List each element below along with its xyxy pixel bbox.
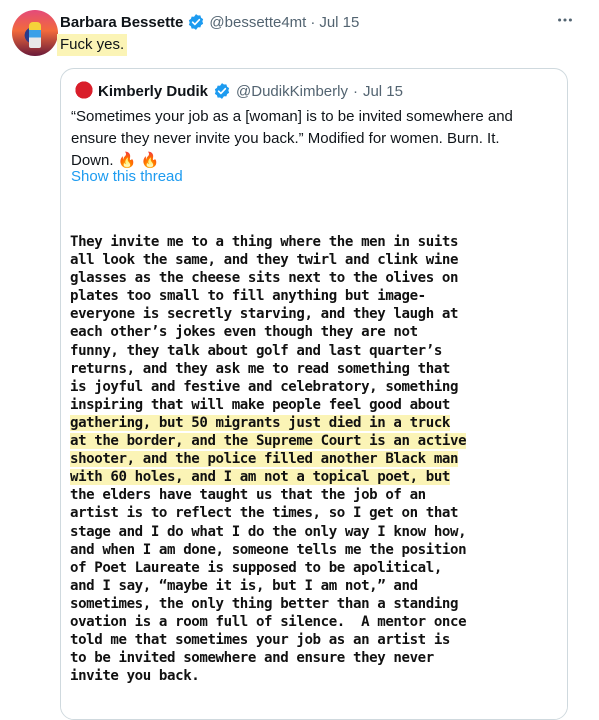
poem-line: returns, and they ask me to read somethi… <box>70 360 451 377</box>
poem-line: at the border, and the Supreme Court is … <box>70 433 467 450</box>
more-horizontal-icon[interactable] <box>555 10 575 30</box>
poem-line: each other’s jokes even though they are … <box>70 324 418 341</box>
verified-icon <box>187 13 205 31</box>
poem-line: ovation is a room full of silence. A men… <box>70 613 467 630</box>
poem-line: They invite me to a thing where the men … <box>70 234 459 250</box>
quote-text: “Sometimes your job as a [woman] is to b… <box>71 108 513 169</box>
poem-line: artist is to reflect the times, so I get… <box>70 505 459 522</box>
poem-line: glasses as the cheese sits next to the o… <box>70 270 459 287</box>
tweet-date[interactable]: Jul 15 <box>319 14 359 31</box>
poem-line: told me that sometimes your job as an ar… <box>70 632 451 649</box>
tweet: Barbara Bessette @bessette4mt · Jul 15 F… <box>0 0 599 720</box>
poem-line: and I say, “maybe it is, but I am not,” … <box>70 577 418 594</box>
quoted-tweet[interactable]: Kimberly Dudik @DudikKimberly · Jul 15 “… <box>60 68 568 720</box>
poem-line: stage and I do what I do the only way I … <box>70 523 467 540</box>
quote-author-handle: @DudikKimberly <box>236 82 348 100</box>
quote-author-name: Kimberly Dudik <box>98 82 209 100</box>
tweet-header: Barbara Bessette @bessette4mt · Jul 15 <box>60 12 359 32</box>
poem-line: inspiring that will make people feel goo… <box>70 396 451 413</box>
avatar[interactable] <box>12 10 58 56</box>
author-name[interactable]: Barbara Bessette <box>60 14 183 31</box>
poem-line: with 60 holes, and I am not a topical po… <box>70 469 451 486</box>
poem-line: to be invited somewhere and ensure they … <box>70 650 434 667</box>
poem-line: invite you back. <box>70 668 200 685</box>
poem-line: gathering, but 50 migrants just died in … <box>70 414 451 431</box>
poem-line: is joyful and festive and celebratory, s… <box>70 378 459 395</box>
separator: · <box>310 13 316 31</box>
poem-line: shooter, and the police filled another B… <box>70 451 459 468</box>
poem-line: funny, they talk about golf and last qua… <box>70 342 442 359</box>
verified-icon <box>213 82 231 100</box>
poem-line: the elders have taught us that the job o… <box>70 487 426 504</box>
poem-line: everyone is secretly starving, and they … <box>70 306 459 323</box>
show-thread-link[interactable]: Show this thread <box>71 168 183 185</box>
poem-line: and when I am done, someone tells me the… <box>70 541 467 558</box>
quote-header: Kimberly Dudik @DudikKimberly · Jul 15 <box>73 81 403 101</box>
poem-text: They invite me to a thing where the men … <box>70 233 560 685</box>
separator: · <box>352 82 358 100</box>
poem-line: of Poet Laureate is supposed to be apoli… <box>70 559 442 576</box>
quote-avatar <box>73 81 93 101</box>
avatar-figure <box>29 22 41 48</box>
poem-line: sometimes, the only thing better than a … <box>70 595 459 612</box>
quote-image[interactable]: They invite me to a thing where the men … <box>61 205 567 719</box>
poem-line: plates too small to fill anything but im… <box>70 288 426 305</box>
quote-date: Jul 15 <box>362 82 403 100</box>
author-handle[interactable]: @bessette4mt <box>209 14 306 31</box>
tweet-text: Fuck yes. <box>57 34 128 56</box>
poem-line: all look the same, and they twirl and cl… <box>70 252 459 269</box>
